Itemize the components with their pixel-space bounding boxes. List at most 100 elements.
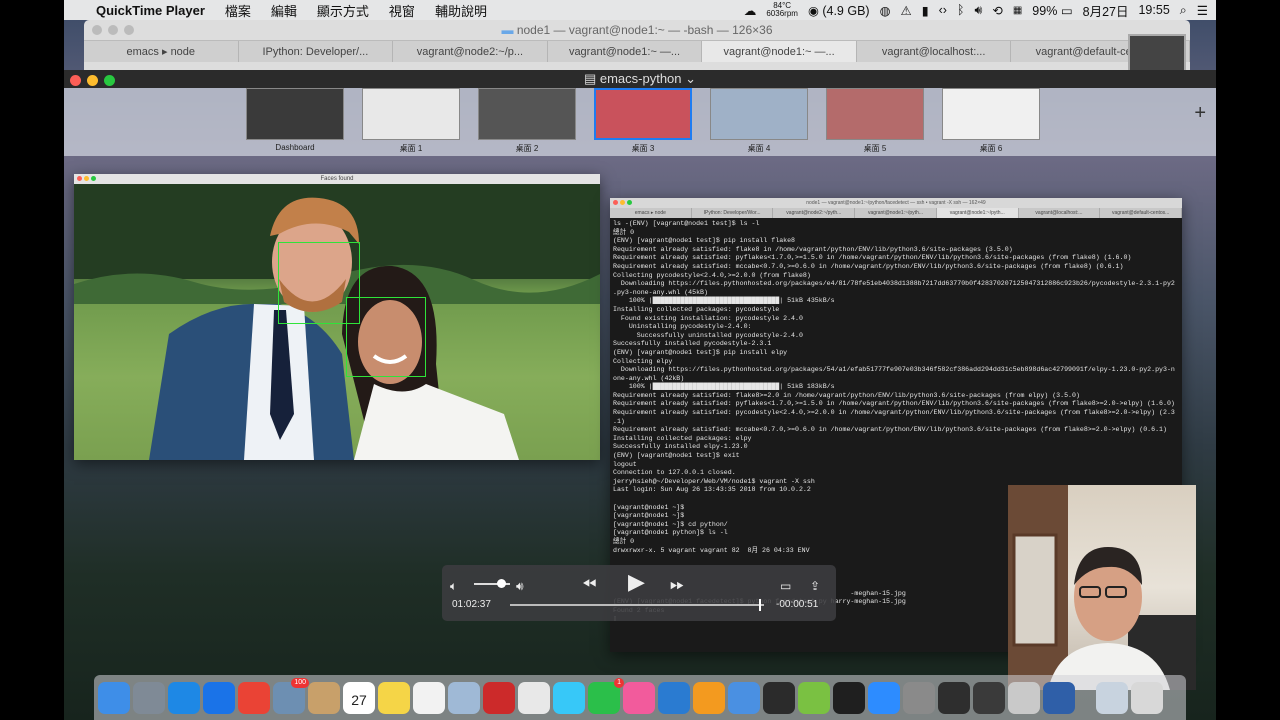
battery-status[interactable]: 99% ▭ xyxy=(1032,3,1072,18)
obs-icon[interactable] xyxy=(763,681,795,714)
add-space-icon[interactable]: + xyxy=(1194,102,1206,125)
chrome-icon[interactable] xyxy=(238,681,270,714)
menu-view[interactable]: 顯示方式 xyxy=(317,1,369,20)
safari-icon[interactable] xyxy=(168,681,200,714)
system-preferences-icon[interactable] xyxy=(903,681,935,714)
airplay-icon[interactable]: ▭ xyxy=(780,577,791,595)
launchpad-icon[interactable] xyxy=(133,681,165,714)
terminal-tab[interactable]: vagrant@node2:~/pyth... xyxy=(773,208,856,218)
bluetooth-icon[interactable]: ᛒ xyxy=(957,3,965,17)
preview-icon[interactable] xyxy=(448,681,480,714)
finder-icon[interactable] xyxy=(98,681,130,714)
ibooks-icon[interactable] xyxy=(693,681,725,714)
space-thumbnail[interactable] xyxy=(826,88,924,140)
contacts-icon[interactable] xyxy=(308,681,340,714)
terminal-tab[interactable]: vagrant@node1:~ —... xyxy=(548,41,703,62)
menu-help[interactable]: 輔助說明 xyxy=(435,1,487,20)
vscode-icon[interactable] xyxy=(658,681,690,714)
memory-widget[interactable]: ◉ (4.9 GB) xyxy=(808,3,870,18)
spotlight-search-icon[interactable]: ⌕ xyxy=(1180,3,1187,18)
dock: 100 27 1 xyxy=(94,675,1186,720)
play-button[interactable]: ▶ xyxy=(628,571,645,593)
terminal-tab[interactable]: vagrant@node1:~/pyth... xyxy=(855,208,937,218)
notes-icon[interactable] xyxy=(378,681,410,714)
virtualbox-icon[interactable] xyxy=(1043,681,1075,714)
reminders-icon[interactable] xyxy=(413,681,445,714)
terminal-tab[interactable]: vagrant@localhost:... xyxy=(857,41,1012,62)
code-brackets-icon[interactable]: ‹› xyxy=(939,3,947,17)
window-thumbnail[interactable] xyxy=(1128,34,1186,72)
minimize-button[interactable] xyxy=(87,75,98,86)
close-button[interactable] xyxy=(70,75,81,86)
terminal-tab[interactable]: vagrant@node1:~/pyth... xyxy=(936,208,1019,218)
cloud-upload-icon[interactable]: ☁ xyxy=(744,3,757,18)
activity-monitor-icon[interactable] xyxy=(938,681,970,714)
notification-center-icon[interactable]: ☰ xyxy=(1197,3,1208,18)
minimize-button[interactable] xyxy=(620,200,625,205)
close-button[interactable] xyxy=(77,176,82,181)
terminal-tab[interactable]: vagrant@default-centos... xyxy=(1100,208,1183,218)
space-thumbnail[interactable] xyxy=(942,88,1040,140)
signal-bars-icon[interactable]: ▮ xyxy=(922,3,929,18)
eye-icon[interactable]: ◍ xyxy=(880,3,891,18)
flag-icon[interactable]: ▦ xyxy=(1013,5,1022,16)
background-terminal-window[interactable]: ▬ node1 — vagrant@node1:~ — -bash — 126×… xyxy=(84,20,1191,72)
space-thumbnail[interactable] xyxy=(478,88,576,140)
folder-icon[interactable] xyxy=(1096,681,1128,714)
terminal-tab[interactable]: vagrant@localhost:... xyxy=(1019,208,1101,218)
minimize-button[interactable] xyxy=(84,176,89,181)
volume-icon[interactable]: 🔊︎ xyxy=(974,3,982,18)
photos-icon[interactable] xyxy=(518,681,550,714)
facetime-icon[interactable]: 1 xyxy=(588,677,624,714)
face-detection-box xyxy=(346,297,426,377)
faces-found-window[interactable]: Faces found xyxy=(74,174,600,460)
itunes-icon[interactable] xyxy=(623,681,655,714)
photo-preview-icon[interactable]: 100 xyxy=(273,677,309,714)
volume-slider[interactable] xyxy=(474,579,510,588)
menu-edit[interactable]: 編輯 xyxy=(271,1,297,20)
calendar-icon[interactable]: 27 xyxy=(343,681,375,714)
zoom-button[interactable] xyxy=(91,176,96,181)
trash-icon[interactable] xyxy=(1131,681,1163,714)
terminal-tab[interactable]: vagrant@node1:~ —... xyxy=(702,41,857,62)
android-studio-icon[interactable] xyxy=(798,681,830,714)
playhead[interactable] xyxy=(758,599,761,611)
close-button[interactable] xyxy=(613,200,618,205)
space-thumbnail[interactable] xyxy=(594,88,692,140)
space-thumbnail[interactable] xyxy=(246,88,344,140)
crossover-icon[interactable] xyxy=(1008,681,1040,714)
zoom-button[interactable] xyxy=(627,200,632,205)
space-thumbnail[interactable] xyxy=(710,88,808,140)
volume-low-icon[interactable]: 🔈︎ xyxy=(450,577,457,595)
rewind-button[interactable]: ⏪︎ xyxy=(582,575,596,593)
temperature-widget[interactable]: 84°C 6036rpm xyxy=(766,2,798,18)
terminal-tab[interactable]: vagrant@node2:~/p... xyxy=(393,41,548,62)
time-machine-icon[interactable]: ⟲ xyxy=(992,3,1002,18)
zoom-button[interactable] xyxy=(104,75,115,86)
terminal-tab[interactable]: emacs ▸ node xyxy=(84,41,239,62)
remaining-time: -00:00:51 xyxy=(776,599,819,610)
timeline-scrubber[interactable] xyxy=(510,599,764,611)
photo-booth-icon[interactable] xyxy=(483,681,515,714)
app-menu[interactable]: QuickTime Player xyxy=(96,3,205,18)
terminal-tab[interactable]: IPython: Developer/Wor... xyxy=(692,208,774,218)
zoom-icon[interactable] xyxy=(868,681,900,714)
xcode-icon[interactable] xyxy=(728,681,760,714)
quicktime-controller[interactable]: 🔈︎ 🔊︎ ⏪︎ ▶ ⏩︎ ▭ ⇪ 01:02:37 -00:00:51 xyxy=(442,565,836,621)
space-thumbnail[interactable] xyxy=(362,88,460,140)
app-store-icon[interactable] xyxy=(203,681,235,714)
volume-high-icon[interactable]: 🔊︎ xyxy=(516,577,524,595)
fast-forward-button[interactable]: ⏩︎ xyxy=(670,575,684,593)
piano-icon[interactable] xyxy=(973,681,1005,714)
terminal-icon[interactable] xyxy=(833,681,865,714)
menu-date[interactable]: 8月27日 xyxy=(1083,1,1129,20)
menu-file[interactable]: 檔案 xyxy=(225,1,251,20)
terminal-tab[interactable]: emacs ▸ node xyxy=(610,208,692,218)
menu-clock[interactable]: 19:55 xyxy=(1138,3,1169,17)
share-icon[interactable]: ⇪ xyxy=(810,577,820,595)
warning-icon[interactable]: ⚠ xyxy=(901,3,912,18)
terminal-tab[interactable]: IPython: Developer/... xyxy=(239,41,394,62)
messages-icon[interactable] xyxy=(553,681,585,714)
volume-knob[interactable] xyxy=(497,579,506,588)
menu-window[interactable]: 視窗 xyxy=(389,1,415,20)
